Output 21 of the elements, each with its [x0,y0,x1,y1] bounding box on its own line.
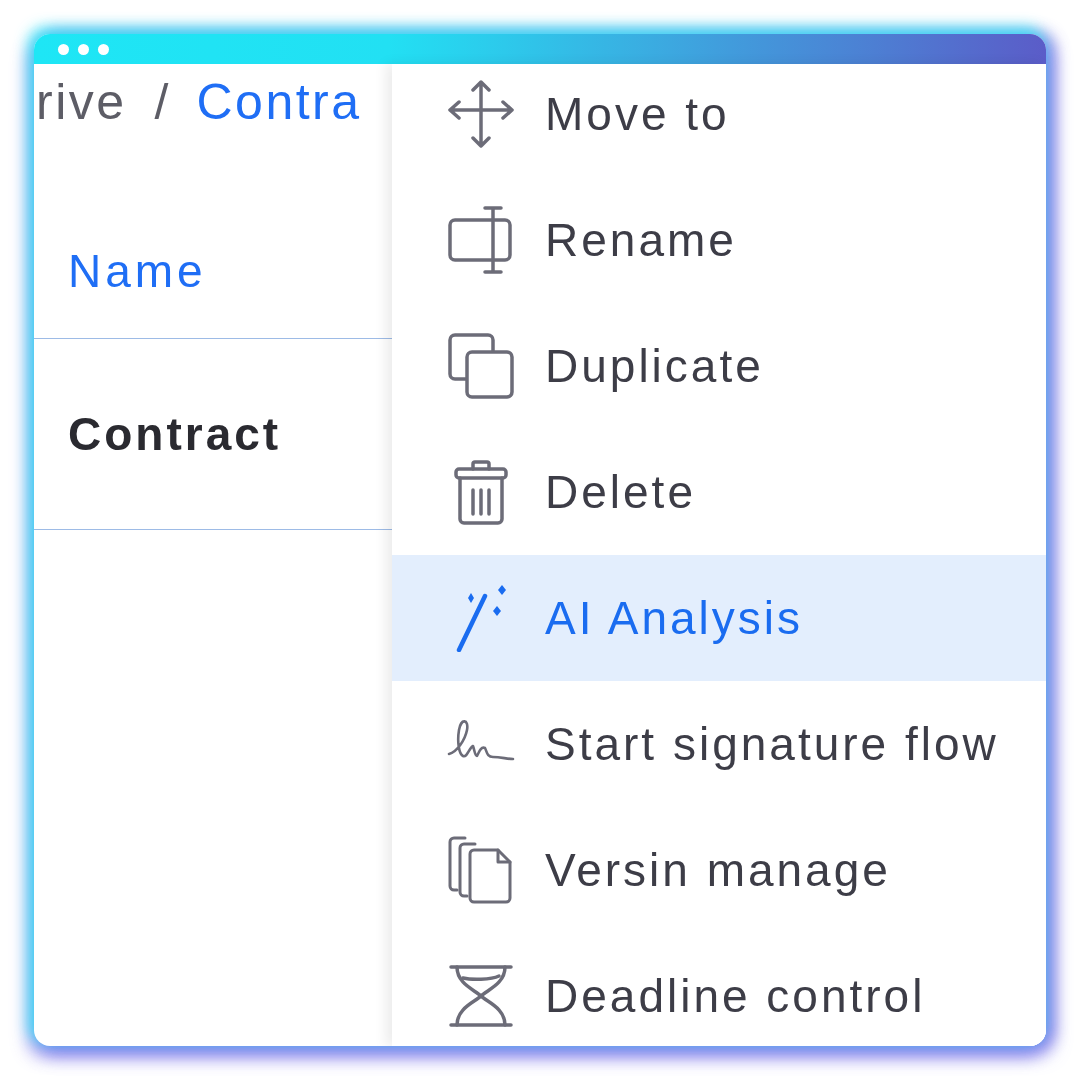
dot-icon [78,43,89,55]
dot-icon [58,43,69,55]
menu-item[interactable]: Start signature flow [392,681,1046,807]
breadcrumb-item[interactable]: rive [36,73,127,131]
duplicate-icon [447,332,515,400]
file-name-cell: Contract [68,407,282,461]
dot-icon [98,43,109,55]
menu-item[interactable]: Move to [392,64,1046,177]
breadcrumb-item[interactable]: Contra [196,73,362,131]
column-header[interactable]: Name [68,245,207,298]
menu-item[interactable]: Deadline control [392,933,1046,1046]
move-arrows-icon [447,80,515,148]
breadcrumb-separator: / [154,73,169,131]
rename-icon [447,206,515,274]
menu-item[interactable]: Rename [392,177,1046,303]
menu-item[interactable]: Delete [392,429,1046,555]
menu-item[interactable]: Duplicate [392,303,1046,429]
menu-item[interactable]: AI Analysis [392,555,1046,681]
stacked-files-icon [447,836,515,904]
menu-item[interactable]: Versin manage [392,807,1046,933]
hourglass-icon [447,962,515,1030]
